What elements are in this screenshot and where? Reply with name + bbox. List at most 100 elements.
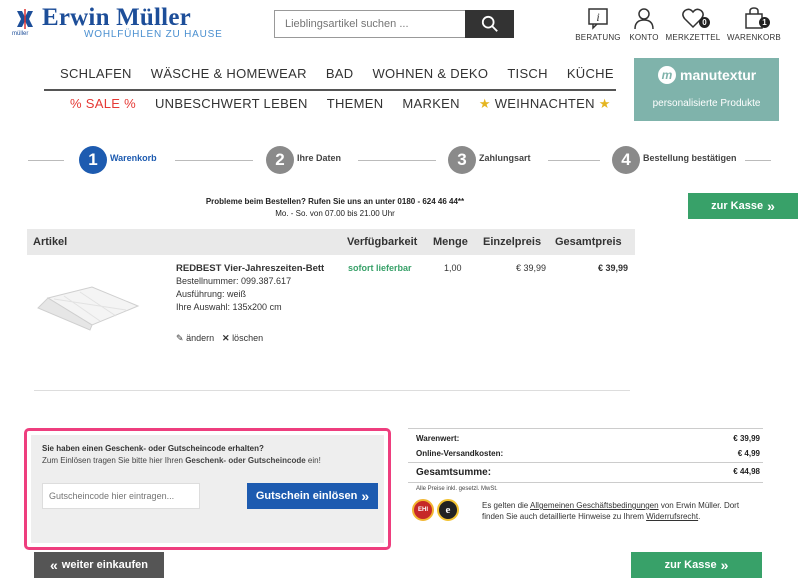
primary-nav: SCHLAFEN WÄSCHE & HOMEWEAR BAD WOHNEN & … bbox=[54, 66, 614, 81]
brand-tagline: WOHLFÜHLEN ZU HAUSE bbox=[84, 29, 223, 40]
vat-note: Alle Preise inkl. gesetzl. MwSt. bbox=[416, 486, 498, 492]
step-3-label: Zahlungsart bbox=[479, 153, 531, 163]
voucher-panel: Sie haben einen Geschenk- oder Gutschein… bbox=[31, 435, 384, 543]
step-line bbox=[548, 160, 600, 161]
continue-shopping-button[interactable]: « weiter einkaufen bbox=[34, 552, 164, 578]
col-verfuegbarkeit: Verfügbarkeit bbox=[347, 236, 418, 248]
voucher-box: Sie haben einen Geschenk- oder Gutschein… bbox=[24, 428, 391, 550]
nav-waesche[interactable]: WÄSCHE & HOMEWEAR bbox=[151, 66, 307, 81]
nav-unbeschwert[interactable]: UNBESCHWERT LEBEN bbox=[155, 96, 308, 112]
checkout-label: zur Kasse bbox=[711, 200, 764, 212]
step-1-number: 1 bbox=[79, 146, 107, 174]
total-value: € 44,98 bbox=[733, 467, 760, 476]
nav-tisch[interactable]: TISCH bbox=[507, 66, 548, 81]
header-warenkorb-label: WARENKORB bbox=[727, 33, 781, 42]
brand-logo[interactable]: Erwin Müller bbox=[42, 4, 191, 32]
col-menge: Menge bbox=[433, 236, 468, 248]
terms-post: . bbox=[698, 512, 701, 521]
delete-label: löschen bbox=[232, 333, 264, 343]
hotline-line2: Mo. - So. von 07.00 bis 21.00 Uhr bbox=[275, 209, 395, 218]
nav-wohnen[interactable]: WOHNEN & DEKO bbox=[372, 66, 488, 81]
search-input[interactable] bbox=[275, 11, 465, 37]
header-merkzettel[interactable]: 0 MERKZETTEL bbox=[663, 6, 723, 44]
summary-divider bbox=[408, 482, 763, 483]
double-chevron-icon: » bbox=[720, 557, 729, 573]
step-line bbox=[175, 160, 253, 161]
product-name[interactable]: REDBEST Vier-Jahreszeiten-Bett bbox=[176, 262, 324, 275]
pencil-icon: ✎ bbox=[176, 333, 184, 343]
voucher-field[interactable] bbox=[42, 483, 200, 509]
step-1-label: Warenkorb bbox=[110, 153, 157, 163]
checkout-button-top[interactable]: zur Kasse » bbox=[688, 193, 798, 219]
hotline-info: Probleme beim Bestellen? Rufen Sie uns a… bbox=[200, 196, 470, 220]
summary-divider bbox=[408, 428, 763, 429]
star-icon: ★ bbox=[598, 96, 611, 111]
terms-link[interactable]: Allgemeinen Geschäftsbedingungen bbox=[530, 501, 659, 510]
delete-link[interactable]: ✕ löschen bbox=[222, 332, 263, 345]
checkout-button-bottom[interactable]: zur Kasse » bbox=[631, 552, 762, 578]
manutextur-title: manutextur bbox=[680, 67, 757, 83]
hotline-line1: Probleme beim Bestellen? Rufen Sie uns a… bbox=[205, 197, 465, 206]
terms-pre: Es gelten die bbox=[482, 501, 531, 510]
nav-divider bbox=[44, 89, 616, 91]
summary-label: Online-Versandkosten: bbox=[416, 449, 504, 458]
col-artikel: Artikel bbox=[33, 236, 68, 248]
manutextur-logo: m manutextur bbox=[658, 66, 756, 84]
trusted-shops-icon[interactable]: e bbox=[437, 499, 459, 521]
header-merkzettel-label: MERKZETTEL bbox=[665, 33, 721, 42]
step-3-number: 3 bbox=[448, 146, 476, 174]
step-4-number: 4 bbox=[612, 146, 640, 174]
product-choice: Ihre Auswahl: 135x200 cm bbox=[176, 302, 282, 312]
product-image[interactable] bbox=[34, 284, 146, 332]
total-price: € 39,99 bbox=[598, 263, 629, 273]
voucher-hint-bold: Geschenk- oder Gutscheincode bbox=[185, 456, 306, 465]
search-field[interactable] bbox=[274, 10, 466, 38]
terms-text: Es gelten die Allgemeinen Geschäftsbedin… bbox=[482, 500, 760, 522]
header-warenkorb[interactable]: 1 WARENKORB bbox=[724, 6, 784, 44]
availability-status: sofort lieferbar bbox=[348, 263, 412, 273]
cart-table-header: Artikel Verfügbarkeit Menge Einzelpreis … bbox=[27, 229, 635, 255]
product-details: REDBEST Vier-Jahreszeiten-Bett Bestellnu… bbox=[176, 262, 324, 314]
summary-value: € 39,99 bbox=[733, 434, 760, 443]
logo-mark-icon[interactable] bbox=[14, 8, 36, 30]
col-einzelpreis: Einzelpreis bbox=[483, 236, 542, 248]
nav-themen[interactable]: THEMEN bbox=[327, 96, 384, 112]
voucher-hint-post: ein! bbox=[305, 456, 321, 465]
checkout-label: zur Kasse bbox=[664, 559, 717, 571]
voucher-input[interactable] bbox=[43, 484, 199, 508]
voucher-redeem-button[interactable]: Gutschein einlösen » bbox=[247, 483, 378, 509]
unit-price: € 39,99 bbox=[516, 263, 547, 273]
double-chevron-icon: » bbox=[767, 198, 775, 214]
search-button[interactable] bbox=[465, 10, 514, 38]
step-line bbox=[358, 160, 436, 161]
continue-label: weiter einkaufen bbox=[61, 559, 148, 571]
nav-schlafen[interactable]: SCHLAFEN bbox=[60, 66, 132, 81]
product-variant: Ausführung: weiß bbox=[176, 289, 247, 299]
svg-text:i: i bbox=[596, 10, 599, 24]
double-chevron-icon: » bbox=[361, 488, 370, 504]
edit-link[interactable]: ✎ ändern bbox=[176, 332, 214, 345]
trust-seal-icon[interactable]: EHI bbox=[412, 499, 434, 521]
nav-weihnachten[interactable]: ★ WEIHNACHTEN ★ bbox=[479, 96, 611, 112]
info-icon: i bbox=[588, 8, 608, 30]
summary-divider bbox=[408, 462, 763, 463]
summary-row-total: Gesamtsumme: € 44,98 bbox=[416, 467, 760, 478]
manutextur-banner[interactable]: m manutextur personalisierte Produkte bbox=[634, 58, 779, 121]
edit-label: ändern bbox=[186, 333, 215, 343]
manutextur-subtitle: personalisierte Produkte bbox=[652, 98, 761, 109]
nav-bad[interactable]: BAD bbox=[326, 66, 354, 81]
nav-marken[interactable]: MARKEN bbox=[402, 96, 459, 112]
nav-kueche[interactable]: KÜCHE bbox=[567, 66, 614, 81]
warenkorb-badge: 1 bbox=[759, 17, 770, 28]
nav-sale[interactable]: % SALE % bbox=[70, 96, 136, 112]
summary-row-versand: Online-Versandkosten: € 4,99 bbox=[416, 449, 760, 458]
step-line bbox=[745, 160, 771, 161]
total-label: Gesamtsumme: bbox=[416, 467, 492, 478]
header-konto-label: KONTO bbox=[629, 33, 659, 42]
manutextur-m-icon: m bbox=[658, 66, 676, 84]
quantity-value[interactable]: 1,00 bbox=[444, 262, 462, 275]
table-divider bbox=[34, 390, 630, 391]
step-2-number: 2 bbox=[266, 146, 294, 174]
secondary-nav: % SALE % UNBESCHWERT LEBEN THEMEN MARKEN… bbox=[54, 96, 611, 112]
withdrawal-link[interactable]: Widerrufsrecht bbox=[646, 512, 698, 521]
